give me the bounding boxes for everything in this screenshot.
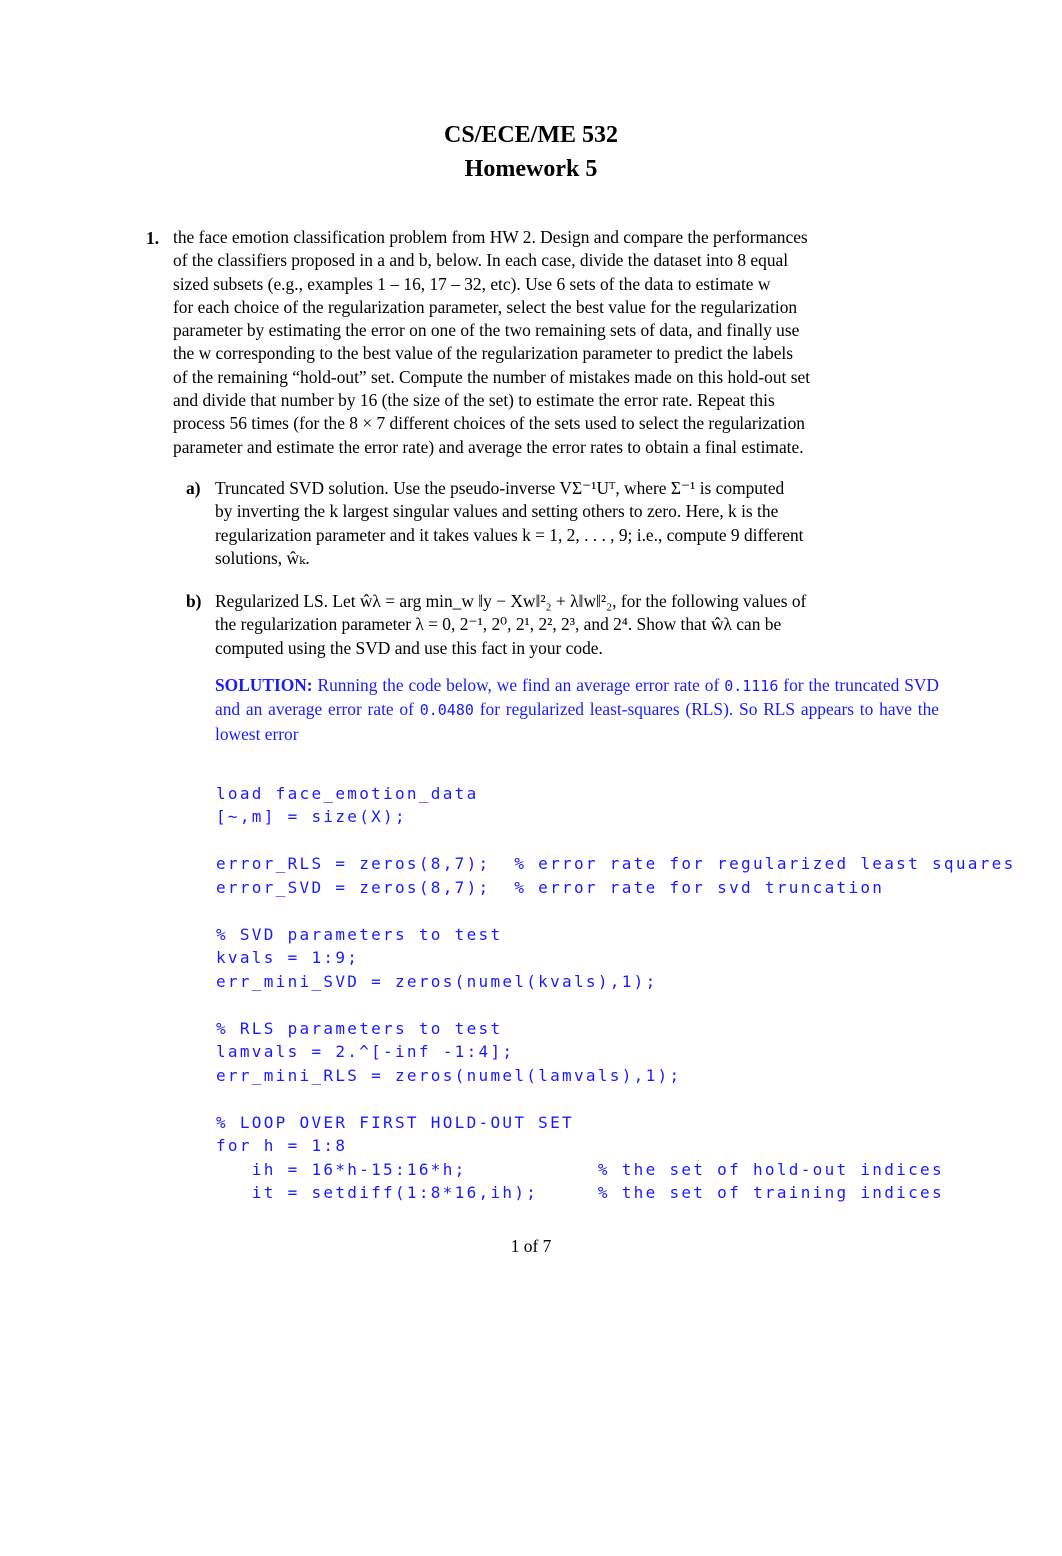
intro-line: of the remaining “hold-out” set. Compute…	[173, 366, 811, 387]
code-line: lamvals = 2.^[-inf -1:4];	[216, 1042, 515, 1061]
intro-line: the w corresponding to the best value of…	[173, 343, 794, 364]
intro-line: for each choice of the regularization pa…	[173, 296, 798, 317]
part-b-text: Regularized LS. Let ŵλ = arg min_w ‖y − …	[215, 590, 939, 660]
problem-statement: the face emotion classification problem …	[173, 226, 939, 459]
part-a-label: a)	[186, 478, 201, 498]
code-line: % RLS parameters to test	[216, 1018, 503, 1038]
svd-error-value: 0.1116	[724, 677, 779, 695]
intro-line: the face emotion classification problem …	[173, 227, 808, 247]
code-line: % SVD parameters to test	[216, 924, 503, 944]
part-b-line: computed using the SVD and use this fact…	[215, 637, 603, 658]
part-a-text: Truncated SVD solution. Use the pseudo-i…	[215, 477, 939, 570]
course-title: CS/ECE/ME 532	[443, 122, 619, 148]
intro-line: and divide that number by 16 (the size o…	[173, 390, 775, 411]
code-line: load face_emotion_data	[216, 783, 479, 803]
solution-text: Running the code below, we find an avera…	[317, 675, 720, 695]
intro-line: process 56 times (for the 8 × 7 differen…	[173, 413, 805, 434]
part-b-line: the regularization parameter λ = 0, 2⁻¹,…	[215, 614, 782, 635]
code-line: error_RLS = zeros(8,7); % error rate for…	[216, 854, 1016, 873]
code-line: err_mini_RLS = zeros(numel(lamvals),1);	[216, 1065, 682, 1085]
intro-line: of the classifiers proposed in a and b, …	[173, 250, 789, 271]
code-line: kvals = 1:9;	[216, 948, 360, 967]
code-line: err_mini_SVD = zeros(numel(kvals),1);	[216, 971, 658, 991]
code-line: for h = 1:8	[216, 1136, 348, 1155]
page-number: 1 of 7	[510, 1236, 552, 1256]
part-b-line: Regularized LS. Let ŵλ = arg min_w ‖y − …	[215, 591, 807, 611]
part-a-line: Truncated SVD solution. Use the pseudo-i…	[215, 478, 785, 498]
code-listing: load face_emotion_data [~,m] = size(X); er…	[216, 758, 1016, 1228]
part-a-line: by inverting the k largest singular valu…	[215, 501, 779, 522]
intro-line: parameter by estimating the error on one…	[173, 320, 800, 341]
assignment-title: Homework 5	[464, 156, 598, 182]
part-a-line: regularization parameter and it takes va…	[215, 524, 804, 545]
code-line: error_SVD = zeros(8,7); % error rate for…	[216, 877, 885, 897]
part-a-line: solutions, ŵₖ.	[215, 547, 310, 568]
code-line: % LOOP OVER FIRST HOLD-OUT SET	[216, 1112, 574, 1132]
intro-line: parameter and estimate the error rate) a…	[173, 436, 804, 457]
solution-block: SOLUTION: Running the code below, we fin…	[215, 674, 939, 746]
intro-line: sized subsets (e.g., examples 1 – 16, 17…	[173, 273, 771, 294]
rls-error-value: 0.0480	[419, 701, 474, 720]
part-b-label: b)	[186, 591, 202, 611]
problem-number: 1.	[146, 228, 160, 248]
solution-heading: SOLUTION:	[215, 675, 313, 695]
code-line: it = setdiff(1:8*16,ih); % the set of tr…	[216, 1183, 944, 1202]
code-line: [~,m] = size(X);	[216, 807, 407, 826]
code-line: ih = 16*h-15:16*h; % the set of hold-out…	[216, 1159, 944, 1179]
